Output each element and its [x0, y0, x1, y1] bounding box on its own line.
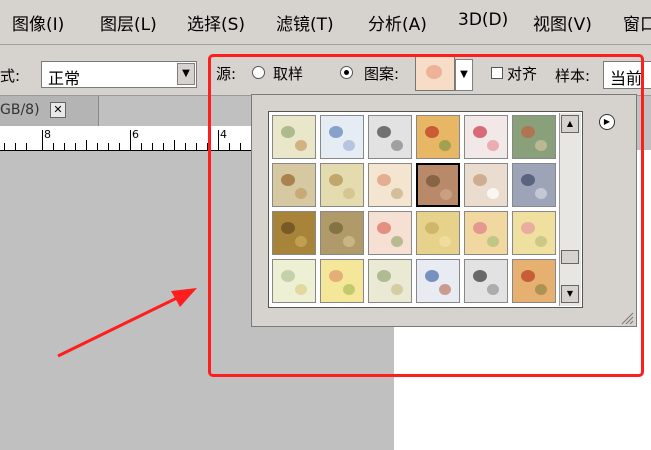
annotation-arrow: [57, 288, 197, 358]
